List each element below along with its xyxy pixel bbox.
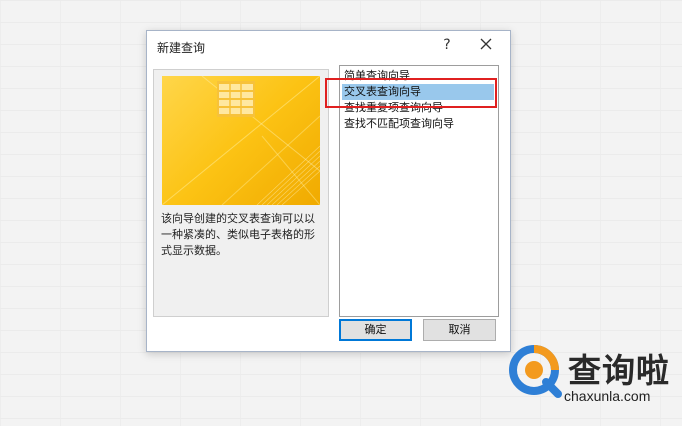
new-query-dialog: 新建查询 ? 该向导创建的交叉表查询可以以一种紧凑的、类似电子表格的形式显示数据…	[146, 30, 511, 352]
watermark-url: chaxunla.com	[564, 388, 651, 404]
dialog-titlebar: 新建查询 ?	[147, 31, 510, 60]
list-item-find-unmatched[interactable]: 查找不匹配项查询向导	[342, 116, 494, 132]
cancel-button[interactable]: 取消	[423, 319, 496, 341]
dialog-title: 新建查询	[157, 41, 206, 55]
selection-highlight-box	[325, 78, 497, 108]
crosstab-illustration-icon	[162, 76, 320, 205]
close-icon	[480, 38, 492, 50]
watermark: 查询啦 chaxunla.com	[508, 342, 680, 408]
close-button[interactable]	[473, 34, 499, 56]
help-button[interactable]: ?	[436, 34, 458, 56]
crosstab-preview-image	[162, 76, 320, 205]
wizard-preview-panel: 该向导创建的交叉表查询可以以一种紧凑的、类似电子表格的形式显示数据。	[153, 69, 329, 317]
watermark-text: 查询啦	[568, 351, 670, 390]
ok-button[interactable]: 确定	[339, 319, 412, 341]
watermark-logo-icon	[509, 345, 562, 398]
wizard-description: 该向导创建的交叉表查询可以以一种紧凑的、类似电子表格的形式显示数据。	[161, 212, 315, 257]
